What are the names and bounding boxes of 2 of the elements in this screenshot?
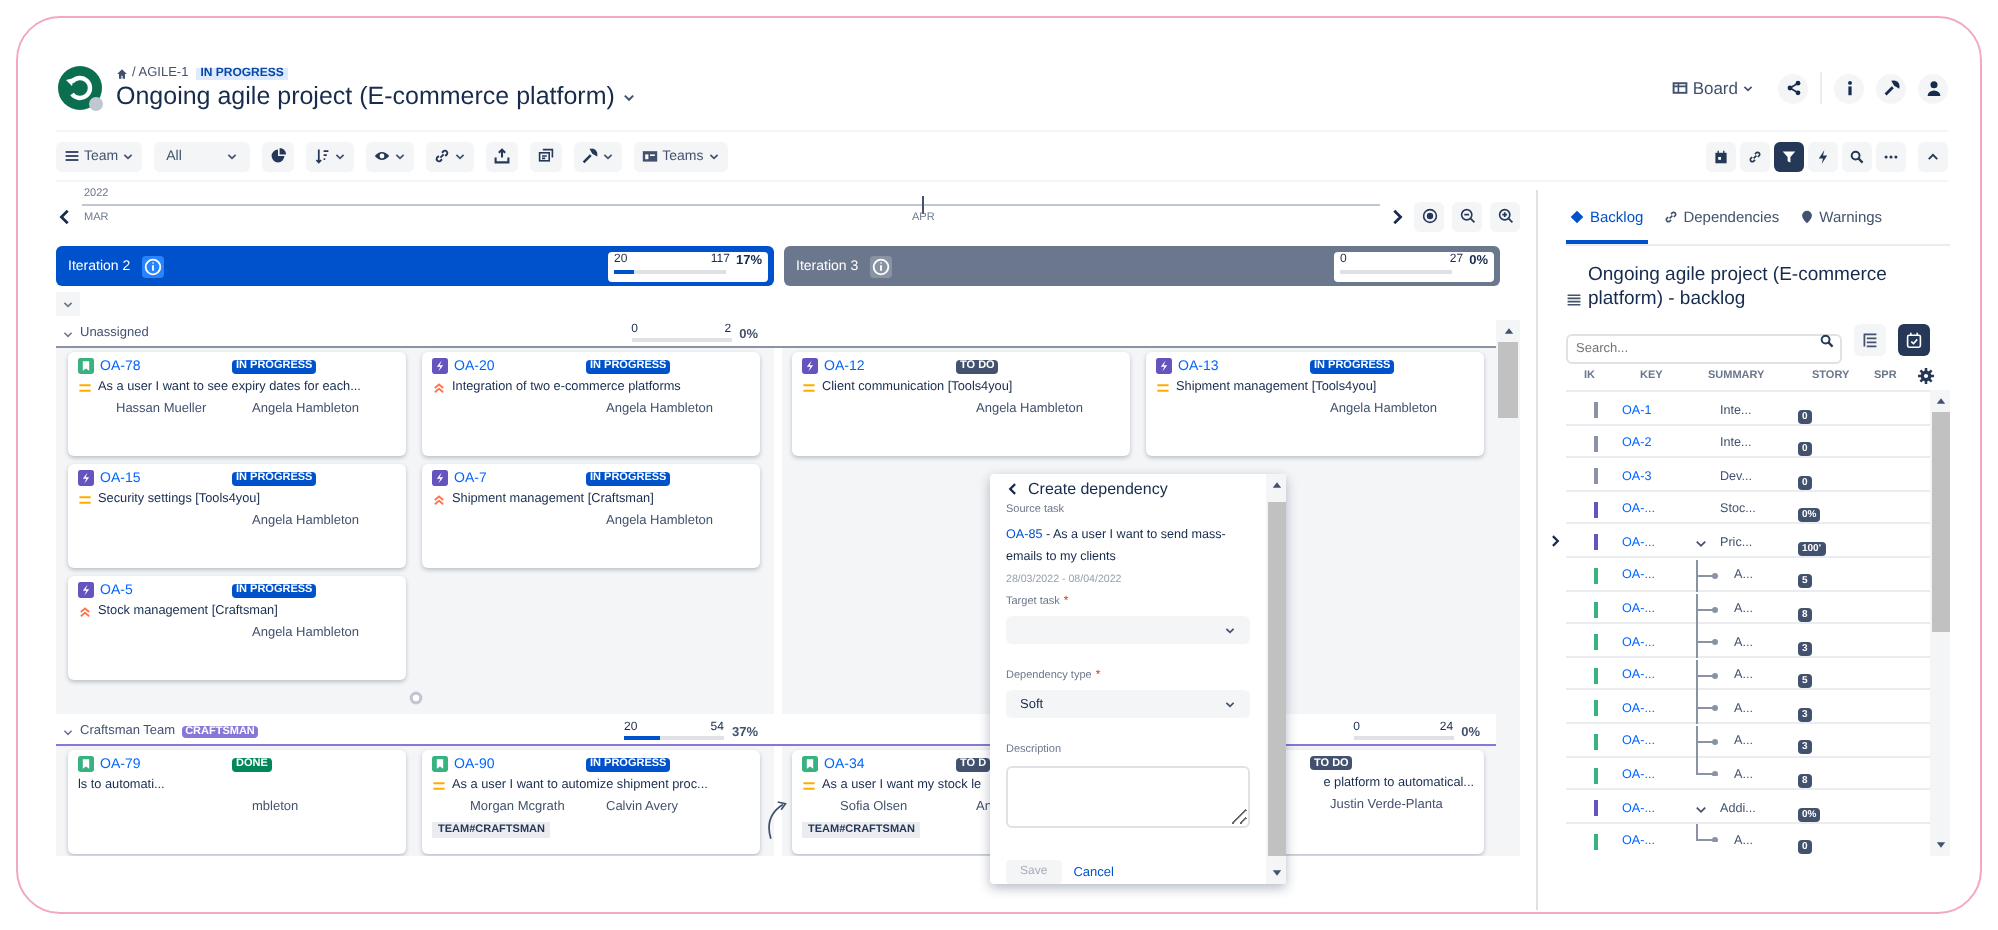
popup-title: Create dependency bbox=[1028, 480, 1168, 498]
backlog-title: Ongoing agile project (E-commerce platform) - backlog bbox=[1588, 264, 1889, 312]
